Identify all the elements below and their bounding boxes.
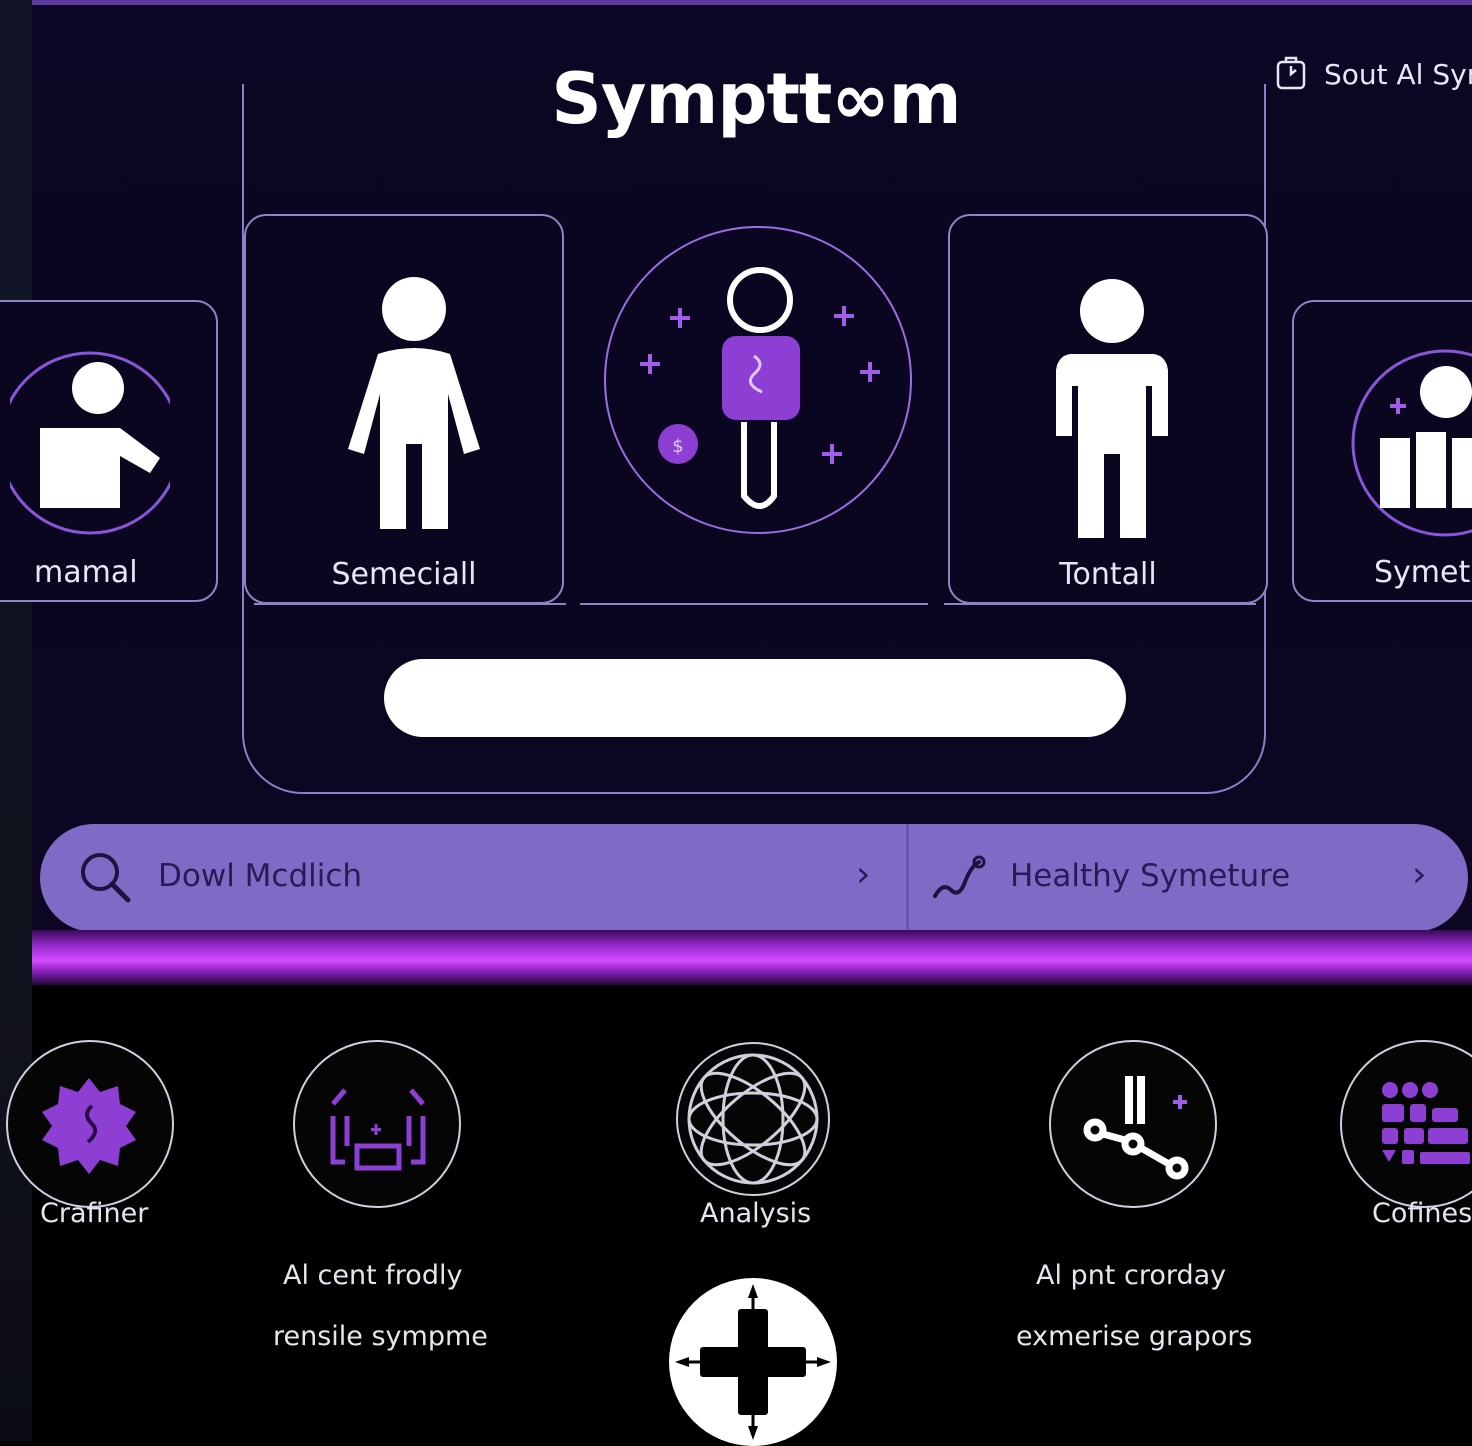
medical-device-icon: $ [640, 267, 880, 509]
left-edge-strip [0, 0, 32, 1441]
svg-text:$: $ [672, 436, 683, 457]
feature-connect[interactable] [1049, 1040, 1217, 1208]
feature-label: Cofines [1372, 1198, 1472, 1229]
gear-icon [42, 1078, 136, 1174]
search-segment[interactable]: Dowl Mcdlich › [40, 824, 906, 932]
top-border [32, 0, 1472, 5]
cross-icon [675, 1284, 831, 1440]
feature-label: Analysis [700, 1198, 812, 1229]
health-segment[interactable]: Healthy Symeture › [909, 824, 1468, 932]
scanner-icon [330, 1088, 426, 1171]
globe-icon [687, 1053, 819, 1185]
dashboard-icon [1382, 1082, 1470, 1164]
glow-divider [32, 930, 1472, 985]
chevron-right-icon: › [856, 854, 871, 895]
card-label: Tontall [1059, 557, 1157, 592]
card-label: mamal [34, 555, 138, 590]
app-title: Symptt∞m [551, 58, 961, 140]
navigation-pad[interactable] [669, 1278, 837, 1446]
action-bar: Dowl Mcdlich › Healthy Symeture › [40, 824, 1468, 932]
clipboard-icon [1276, 56, 1306, 90]
feature-scanner[interactable] [293, 1040, 461, 1208]
card-underline [580, 603, 928, 605]
feature-description-line: Al cent frodly [283, 1260, 463, 1291]
group-chart-icon [1351, 349, 1472, 537]
feature-description-line: Al pnt crorday [1036, 1260, 1227, 1291]
header-link-label: Sout Al Sym [1324, 57, 1472, 91]
feature-label: Crafiner [40, 1198, 149, 1229]
connection-icon [1083, 1076, 1189, 1180]
card-underline [254, 603, 566, 605]
feature-analysis[interactable] [676, 1042, 830, 1196]
feature-description-line: exmerise grapors [1016, 1321, 1253, 1352]
person-pointing-icon [10, 351, 170, 535]
card-label: Semeciall [331, 557, 477, 592]
feature-description-line: rensile sympme [273, 1321, 488, 1352]
search-label: Dowl Mcdlich [158, 858, 363, 894]
search-icon [81, 853, 131, 903]
card-label: Symeti [1374, 555, 1472, 590]
chevron-right-icon: › [1412, 854, 1427, 895]
person-standing-icon [1056, 279, 1168, 538]
feature-crafiner[interactable] [6, 1040, 174, 1208]
person-icon [348, 277, 480, 529]
header-link[interactable]: Sout Al Sym [1274, 56, 1472, 92]
trend-icon [933, 855, 986, 898]
card-tontall[interactable]: Tontall [948, 214, 1268, 604]
progress-bar[interactable] [384, 659, 1126, 737]
health-label: Healthy Symeture [1010, 858, 1291, 894]
card-symeti[interactable]: Symeti [1292, 300, 1472, 602]
card-semeciall[interactable]: Semeciall [244, 214, 564, 604]
card-mamal[interactable]: mamal [0, 300, 218, 602]
card-underline [944, 603, 1256, 605]
